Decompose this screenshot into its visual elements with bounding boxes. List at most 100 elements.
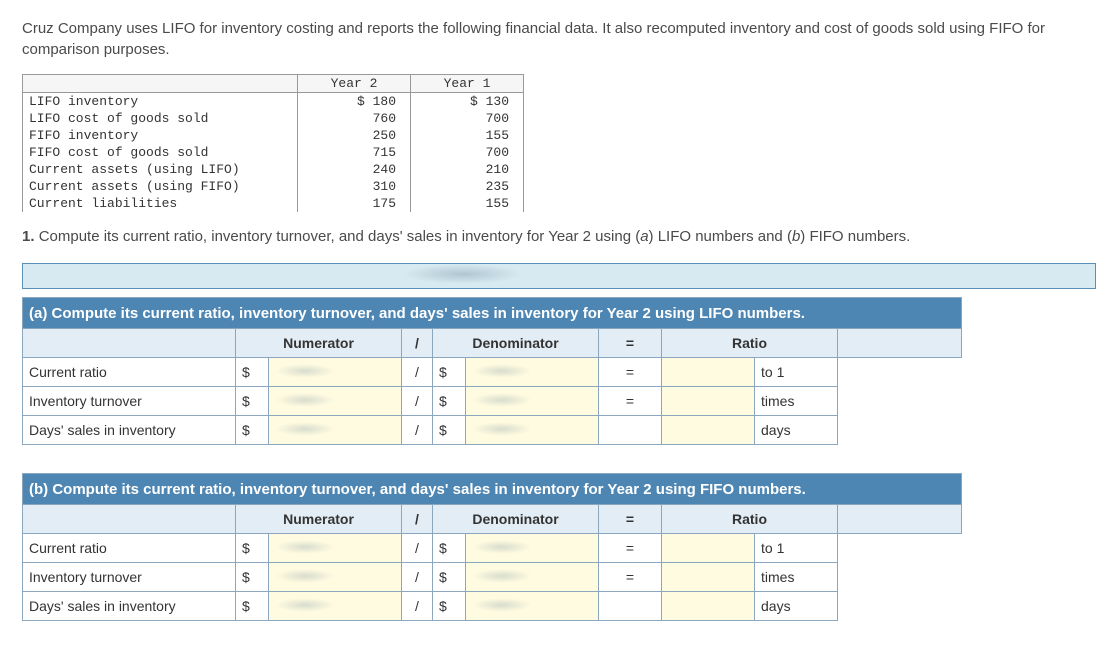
slash: / (402, 358, 433, 387)
row-year1: 700 (411, 110, 524, 127)
col-slash: / (402, 505, 433, 534)
numerator-input[interactable] (269, 534, 402, 563)
col-blank (23, 505, 236, 534)
col-unit (838, 329, 962, 358)
numerator-input[interactable] (269, 387, 402, 416)
financial-data-table: Year 2 Year 1 LIFO inventory$ 180$ 130LI… (22, 74, 524, 212)
dollar-sign: $ (433, 563, 466, 592)
col-denominator: Denominator (433, 329, 599, 358)
calc-row-label: Days' sales in inventory (23, 592, 236, 621)
row-label: LIFO cost of goods sold (23, 110, 298, 127)
equals: = (599, 387, 662, 416)
slash: / (402, 416, 433, 445)
calc-table: (a) Compute its current ratio, inventory… (22, 297, 962, 621)
table-row: LIFO cost of goods sold760700 (23, 110, 524, 127)
ratio-unit: days (755, 592, 838, 621)
ratio-input[interactable] (662, 416, 755, 445)
calc-row-label: Inventory turnover (23, 387, 236, 416)
ratio-input[interactable] (662, 387, 755, 416)
dollar-sign: $ (236, 387, 269, 416)
dollar-sign: $ (236, 416, 269, 445)
row-label: Current assets (using LIFO) (23, 161, 298, 178)
calc-row: Current ratio$/$=to 1 (23, 534, 962, 563)
col-ratio: Ratio (662, 329, 838, 358)
equals: = (599, 358, 662, 387)
denominator-input[interactable] (466, 416, 599, 445)
ratio-unit: to 1 (755, 534, 838, 563)
dollar-sign: $ (433, 387, 466, 416)
ratio-input[interactable] (662, 592, 755, 621)
table-row: Current assets (using LIFO)240210 (23, 161, 524, 178)
denominator-input[interactable] (466, 563, 599, 592)
intro-text: Cruz Company uses LIFO for inventory cos… (22, 18, 1094, 60)
slash: / (402, 592, 433, 621)
dollar-sign: $ (433, 592, 466, 621)
calc-row-label: Days' sales in inventory (23, 416, 236, 445)
col-eq: = (599, 329, 662, 358)
dollar-sign: $ (236, 592, 269, 621)
col-eq: = (599, 505, 662, 534)
row-year1: 210 (411, 161, 524, 178)
row-year2: 175 (298, 195, 411, 212)
data-header-blank (23, 75, 298, 93)
dollar-sign: $ (433, 534, 466, 563)
row-label: Current assets (using FIFO) (23, 178, 298, 195)
calc-row-label: Current ratio (23, 534, 236, 563)
ratio-unit: days (755, 416, 838, 445)
numerator-input[interactable] (269, 563, 402, 592)
dollar-sign: $ (433, 358, 466, 387)
table-row: FIFO cost of goods sold715700 (23, 144, 524, 161)
row-label: Current liabilities (23, 195, 298, 212)
row-year2: 310 (298, 178, 411, 195)
denominator-input[interactable] (466, 534, 599, 563)
col-ratio: Ratio (662, 505, 838, 534)
slash: / (402, 563, 433, 592)
row-year1: 155 (411, 127, 524, 144)
numerator-input[interactable] (269, 592, 402, 621)
row-year2: 240 (298, 161, 411, 178)
question-1-number: 1. (22, 228, 39, 245)
denominator-input[interactable] (466, 592, 599, 621)
calc-row: Inventory turnover$/$=times (23, 387, 962, 416)
equals (599, 416, 662, 445)
ratio-unit: to 1 (755, 358, 838, 387)
row-year1: $ 130 (411, 93, 524, 111)
section-title: (b) Compute its current ratio, inventory… (23, 474, 962, 505)
slash: / (402, 387, 433, 416)
dollar-sign: $ (236, 358, 269, 387)
table-row: FIFO inventory250155 (23, 127, 524, 144)
question-1: 1. Compute its current ratio, inventory … (22, 228, 1094, 245)
calc-row: Days' sales in inventory$/$days (23, 416, 962, 445)
row-year1: 700 (411, 144, 524, 161)
denominator-input[interactable] (466, 387, 599, 416)
col-unit (838, 505, 962, 534)
calc-row: Current ratio$/$=to 1 (23, 358, 962, 387)
equals (599, 592, 662, 621)
denominator-input[interactable] (466, 358, 599, 387)
numerator-input[interactable] (269, 358, 402, 387)
row-year2: $ 180 (298, 93, 411, 111)
row-label: LIFO inventory (23, 93, 298, 111)
dollar-sign: $ (236, 534, 269, 563)
calc-row-label: Current ratio (23, 358, 236, 387)
dollar-sign: $ (236, 563, 269, 592)
ratio-input[interactable] (662, 358, 755, 387)
table-row: LIFO inventory$ 180$ 130 (23, 93, 524, 111)
equals: = (599, 563, 662, 592)
ratio-unit: times (755, 563, 838, 592)
calc-row-label: Inventory turnover (23, 563, 236, 592)
row-year1: 155 (411, 195, 524, 212)
ratio-input[interactable] (662, 534, 755, 563)
dollar-sign: $ (433, 416, 466, 445)
row-label: FIFO cost of goods sold (23, 144, 298, 161)
data-header-year1: Year 1 (411, 75, 524, 93)
ratio-input[interactable] (662, 563, 755, 592)
header-bar (22, 263, 1096, 289)
slash: / (402, 534, 433, 563)
row-label: FIFO inventory (23, 127, 298, 144)
equals: = (599, 534, 662, 563)
numerator-input[interactable] (269, 416, 402, 445)
table-row: Current liabilities175155 (23, 195, 524, 212)
col-slash: / (402, 329, 433, 358)
row-year2: 760 (298, 110, 411, 127)
